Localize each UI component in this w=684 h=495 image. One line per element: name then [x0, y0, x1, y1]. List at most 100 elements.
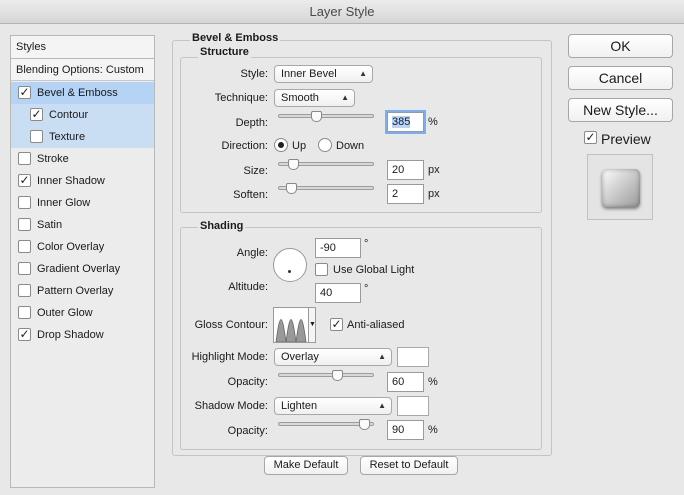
size-input[interactable]: 20	[387, 160, 424, 180]
styles-header[interactable]: Styles	[10, 35, 155, 59]
technique-select-value: Smooth	[281, 92, 319, 104]
chevron-updown-icon: ▲	[378, 401, 386, 410]
sidebar-item-label: Bevel & Emboss	[37, 87, 118, 99]
panel-title: Bevel & Emboss	[190, 32, 281, 44]
shadow-color-swatch[interactable]	[397, 396, 429, 416]
chevron-updown-icon: ▲	[341, 93, 349, 102]
texture-checkbox[interactable]	[30, 130, 43, 143]
sidebar-item-stroke[interactable]: Stroke	[11, 148, 154, 170]
sidebar-item-drop-shadow[interactable]: ✓ Drop Shadow	[11, 324, 154, 346]
stroke-checkbox[interactable]	[18, 152, 31, 165]
soften-slider[interactable]	[278, 183, 374, 194]
highlight-opacity-slider[interactable]	[278, 370, 374, 381]
style-select-value: Inner Bevel	[281, 68, 337, 80]
soften-input[interactable]: 2	[387, 184, 424, 204]
chevron-updown-icon: ▲	[378, 352, 386, 361]
sidebar-item-color-overlay[interactable]: Color Overlay	[11, 236, 154, 258]
gloss-contour-preview[interactable]	[273, 307, 309, 343]
depth-unit: %	[428, 116, 438, 128]
direction-up-label[interactable]: Up	[292, 140, 306, 152]
depth-slider[interactable]	[278, 111, 374, 122]
depth-slider-thumb[interactable]	[311, 111, 322, 122]
sidebar-item-label: Drop Shadow	[37, 329, 104, 341]
shadow-opacity-slider[interactable]	[278, 419, 374, 430]
direction-down-label[interactable]: Down	[336, 140, 364, 152]
styles-list: Blending Options: Custom ✓ Bevel & Embos…	[10, 59, 155, 488]
direction-down-radio[interactable]	[318, 138, 332, 152]
shadow-opacity-input[interactable]: 90	[387, 420, 424, 440]
size-slider-thumb[interactable]	[288, 159, 299, 170]
color-overlay-checkbox[interactable]	[18, 240, 31, 253]
sidebar-item-satin[interactable]: Satin	[11, 214, 154, 236]
pattern-overlay-checkbox[interactable]	[18, 284, 31, 297]
cancel-button[interactable]: Cancel	[568, 66, 673, 90]
sidebar-item-inner-shadow[interactable]: ✓ Inner Shadow	[11, 170, 154, 192]
sidebar-item-label: Inner Glow	[37, 197, 91, 209]
shadow-mode-label: Shadow Mode:	[194, 400, 268, 412]
style-label: Style:	[240, 68, 268, 80]
anti-aliased-label[interactable]: Anti-aliased	[347, 319, 404, 331]
blending-options-item[interactable]: Blending Options: Custom	[11, 59, 154, 81]
sidebar-item-pattern-overlay[interactable]: Pattern Overlay	[11, 280, 154, 302]
highlight-opacity-slider-thumb[interactable]	[332, 370, 343, 381]
highlight-opacity-input[interactable]: 60	[387, 372, 424, 392]
style-select[interactable]: Inner Bevel ▲	[274, 65, 373, 83]
soften-slider-thumb[interactable]	[286, 183, 297, 194]
sidebar-item-label: Inner Shadow	[37, 175, 105, 187]
gradient-overlay-checkbox[interactable]	[18, 262, 31, 275]
preview-checkbox[interactable]: ✓	[584, 131, 597, 144]
reset-to-default-button[interactable]: Reset to Default	[360, 456, 458, 475]
anti-aliased-checkbox[interactable]: ✓	[330, 318, 343, 331]
inner-shadow-checkbox[interactable]: ✓	[18, 174, 31, 187]
shadow-mode-value: Lighten	[281, 400, 318, 412]
technique-select[interactable]: Smooth ▲	[274, 89, 355, 107]
direction-up-radio[interactable]	[274, 138, 288, 152]
structure-title: Structure	[198, 46, 251, 58]
sidebar-item-contour[interactable]: ✓ Contour	[11, 104, 154, 126]
sidebar-item-label: Stroke	[37, 153, 69, 165]
depth-input[interactable]: 385	[387, 112, 424, 132]
sidebar-item-texture[interactable]: Texture	[11, 126, 154, 148]
altitude-unit: °	[364, 283, 369, 295]
sidebar-item-label: Color Overlay	[37, 241, 105, 253]
sidebar-item-label: Pattern Overlay	[37, 285, 114, 297]
highlight-color-swatch[interactable]	[397, 347, 429, 367]
sidebar-item-label: Gradient Overlay	[37, 263, 121, 275]
outer-glow-checkbox[interactable]	[18, 306, 31, 319]
soften-unit: px	[428, 188, 440, 200]
sidebar-item-label: Outer Glow	[37, 307, 93, 319]
highlight-mode-select[interactable]: Overlay ▲	[274, 348, 392, 366]
shadow-opacity-unit: %	[428, 424, 438, 436]
shadow-mode-select[interactable]: Lighten ▲	[274, 397, 392, 415]
altitude-input[interactable]: 40	[315, 283, 361, 303]
angle-input[interactable]: -90	[315, 238, 361, 258]
bevel-emboss-checkbox[interactable]: ✓	[18, 86, 31, 99]
layer-style-dialog: Styles Blending Options: Custom ✓ Bevel …	[0, 24, 684, 495]
soften-label: Soften:	[233, 189, 268, 201]
make-default-button[interactable]: Make Default	[264, 456, 348, 475]
style-preview-thumbnail	[587, 154, 653, 220]
global-light-checkbox[interactable]	[315, 263, 328, 276]
shadow-opacity-slider-thumb[interactable]	[359, 419, 370, 430]
drop-shadow-checkbox[interactable]: ✓	[18, 328, 31, 341]
inner-glow-checkbox[interactable]	[18, 196, 31, 209]
sidebar-item-gradient-overlay[interactable]: Gradient Overlay	[11, 258, 154, 280]
ok-button[interactable]: OK	[568, 34, 673, 58]
shadow-opacity-label: Opacity:	[227, 425, 268, 437]
contour-checkbox[interactable]: ✓	[30, 108, 43, 121]
sidebar-item-inner-glow[interactable]: Inner Glow	[11, 192, 154, 214]
highlight-mode-label: Highlight Mode:	[191, 351, 268, 363]
size-slider[interactable]	[278, 159, 374, 170]
global-light-label[interactable]: Use Global Light	[333, 264, 414, 276]
new-style-button[interactable]: New Style...	[568, 98, 673, 122]
sidebar-item-bevel-emboss[interactable]: ✓ Bevel & Emboss	[11, 82, 154, 104]
satin-checkbox[interactable]	[18, 218, 31, 231]
chevron-down-icon[interactable]: ▼	[309, 307, 316, 343]
sidebar-item-outer-glow[interactable]: Outer Glow	[11, 302, 154, 324]
highlight-opacity-unit: %	[428, 376, 438, 388]
angle-label: Angle:	[236, 247, 268, 259]
highlight-mode-value: Overlay	[281, 351, 319, 363]
angle-dial[interactable]	[273, 248, 307, 282]
preview-label[interactable]: Preview	[601, 131, 651, 147]
sidebar-item-label: Satin	[37, 219, 63, 231]
